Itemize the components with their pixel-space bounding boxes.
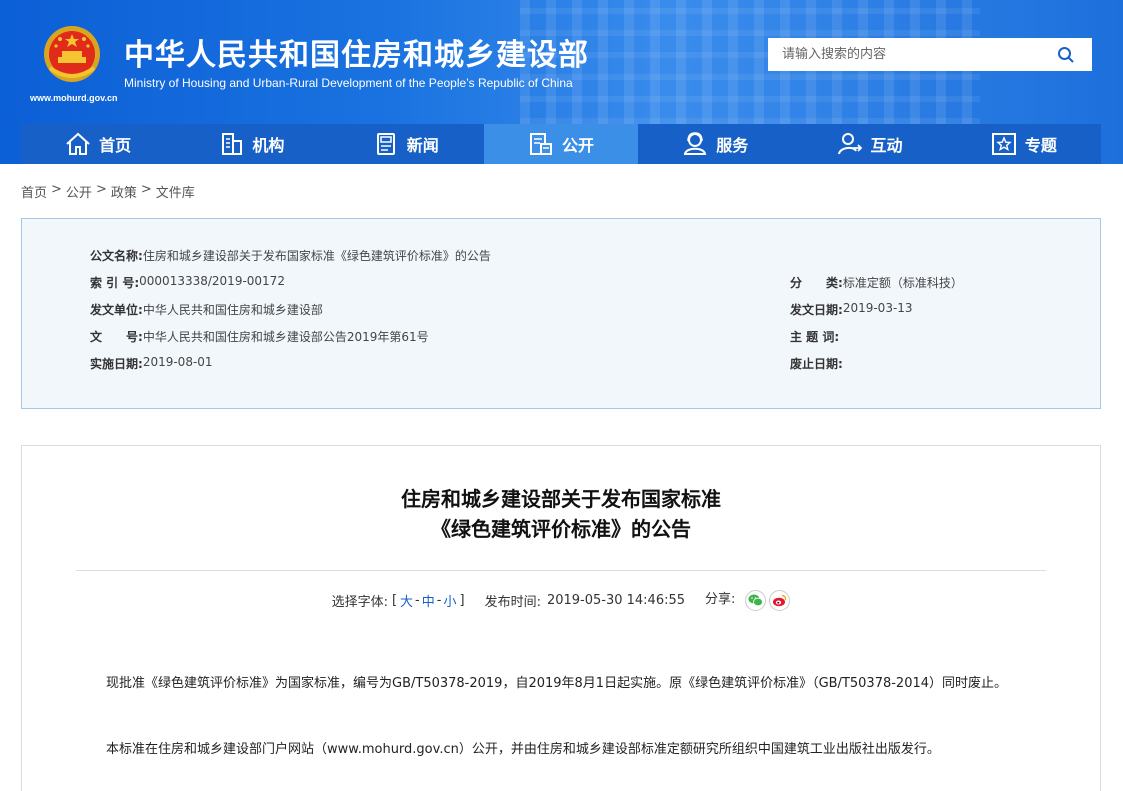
wechat-icon [748,594,764,607]
separator: - [436,593,442,608]
home-icon [66,132,90,155]
nav-label: 机构 [252,136,285,155]
info-value: 住房和城乡建设部关于发布国家标准《绿色建筑评价标准》的公告 [142,249,491,263]
bracket: ] [459,593,465,608]
info-issuer: 发文单位: 中华人民共和国住房和城乡建设部 [90,301,323,318]
nav-item-home[interactable]: 首页 [21,124,175,164]
nav-item-public[interactable]: 公开 [483,124,639,164]
user-service-icon [684,132,707,155]
search-icon [1058,46,1074,63]
nav-item-interaction[interactable]: 互动 [792,124,946,164]
share-label: 分享: [705,592,736,607]
main-nav: 首页 机构 新闻 公开 服务 互动 专题 [21,124,1101,164]
breadcrumb-public[interactable]: 公开 [66,182,92,201]
info-label: 索 引 号: [90,276,140,290]
wechat-share-button[interactable] [745,590,767,611]
breadcrumb: 首页 > 公开 > 政策 > 文件库 [21,182,195,201]
building-icon [222,133,243,155]
search-input[interactable] [768,39,1048,70]
search-box [768,38,1092,71]
nav-label: 公开 [561,136,594,155]
info-value: 000013338/2019-00172 [139,274,285,288]
info-label: 发文单位: [90,303,143,317]
publish-time: 2019-05-30 14:46:55 [546,593,686,608]
info-issue-date: 发文日期: 2019-03-13 [790,301,913,318]
article-title-line-1: 住房和城乡建设部关于发布国家标准 [401,487,721,511]
info-subject: 主 题 词: [790,328,839,345]
nav-label: 专题 [1024,136,1057,155]
font-size-medium-link[interactable]: 中 [422,591,435,610]
weibo-icon [773,594,787,607]
national-emblem-icon[interactable] [42,24,102,86]
article-title-line-2: 《绿色建筑评价标准》的公告 [431,517,691,541]
nav-label: 新闻 [406,136,439,155]
info-label: 主 题 词: [790,330,840,344]
font-size-label: 选择字体: [331,595,388,610]
article-meta: 选择字体: [ 大 - 中 - 小 ] 发布时间: 2019-05-30 14:… [22,590,1100,611]
article-title: 住房和城乡建设部关于发布国家标准 《绿色建筑评价标准》的公告 [22,484,1100,544]
nav-item-organization[interactable]: 机构 [175,124,329,164]
font-size-large-link[interactable]: 大 [400,591,413,610]
nav-label: 服务 [716,136,749,155]
separator: - [415,593,420,608]
bracket: [ [391,593,398,608]
search-button[interactable] [1048,39,1084,70]
nav-item-service[interactable]: 服务 [638,124,792,164]
interaction-icon [837,133,862,155]
info-label: 文 号: [90,330,143,344]
article-paragraph-1: 现批准《绿色建筑评价标准》为国家标准，编号为GB/T50378-2019，自20… [106,676,1008,691]
breadcrumb-separator: > [140,182,152,197]
nav-item-news[interactable]: 新闻 [330,124,484,164]
info-effective-date: 实施日期: 2019-08-01 [90,355,213,372]
info-value: 2019-08-01 [142,355,213,369]
title-divider [76,570,1046,571]
info-label: 分 类: [790,276,843,290]
info-value: 中华人民共和国住房和城乡建设部 [142,303,323,317]
breadcrumb-home[interactable]: 首页 [21,182,47,201]
breadcrumb-separator: > [51,182,62,197]
weibo-share-button[interactable] [769,590,791,611]
nav-label: 互动 [870,136,903,155]
site-url: www.mohurd.gov.cn [30,93,118,103]
info-value: 标准定额（标准科技） [842,276,963,290]
news-icon [376,133,395,155]
document-icon [529,133,552,155]
breadcrumb-file-library[interactable]: 文件库 [156,182,195,201]
info-value: 2019-03-13 [842,301,913,315]
breadcrumb-policy[interactable]: 政策 [111,182,137,201]
info-label: 发文日期: [790,303,843,317]
info-label: 废止日期: [790,357,843,371]
font-size-small-link[interactable]: 小 [443,591,456,610]
info-value: 中华人民共和国住房和城乡建设部公告2019年第61号 [142,330,429,344]
star-icon [991,133,1016,155]
document-info-panel: 公文名称: 住房和城乡建设部关于发布国家标准《绿色建筑评价标准》的公告 索 引 … [21,218,1101,409]
nav-item-topics[interactable]: 专题 [947,124,1101,164]
info-abolish-date: 废止日期: [790,355,843,372]
nav-label: 首页 [99,136,132,155]
info-label: 实施日期: [90,357,143,371]
info-doc-number: 文 号: 中华人民共和国住房和城乡建设部公告2019年第61号 [90,328,429,345]
site-subtitle: Ministry of Housing and Urban-Rural Deve… [124,76,573,90]
breadcrumb-separator: > [95,182,107,197]
article-paragraph-2: 本标准在住房和城乡建设部门户网站（www.mohurd.gov.cn）公开，并由… [106,742,940,757]
info-doc-name: 公文名称: 住房和城乡建设部关于发布国家标准《绿色建筑评价标准》的公告 [90,247,491,264]
info-category: 分 类: 标准定额（标准科技） [790,274,963,291]
article-content: 住房和城乡建设部关于发布国家标准 《绿色建筑评价标准》的公告 选择字体: [ 大… [21,445,1101,791]
info-index-number: 索 引 号: 000013338/2019-00172 [90,274,285,291]
publish-time-label: 发布时间: [484,595,541,610]
site-title[interactable]: 中华人民共和国住房和城乡建设部 [124,30,589,74]
info-label: 公文名称: [90,249,143,263]
